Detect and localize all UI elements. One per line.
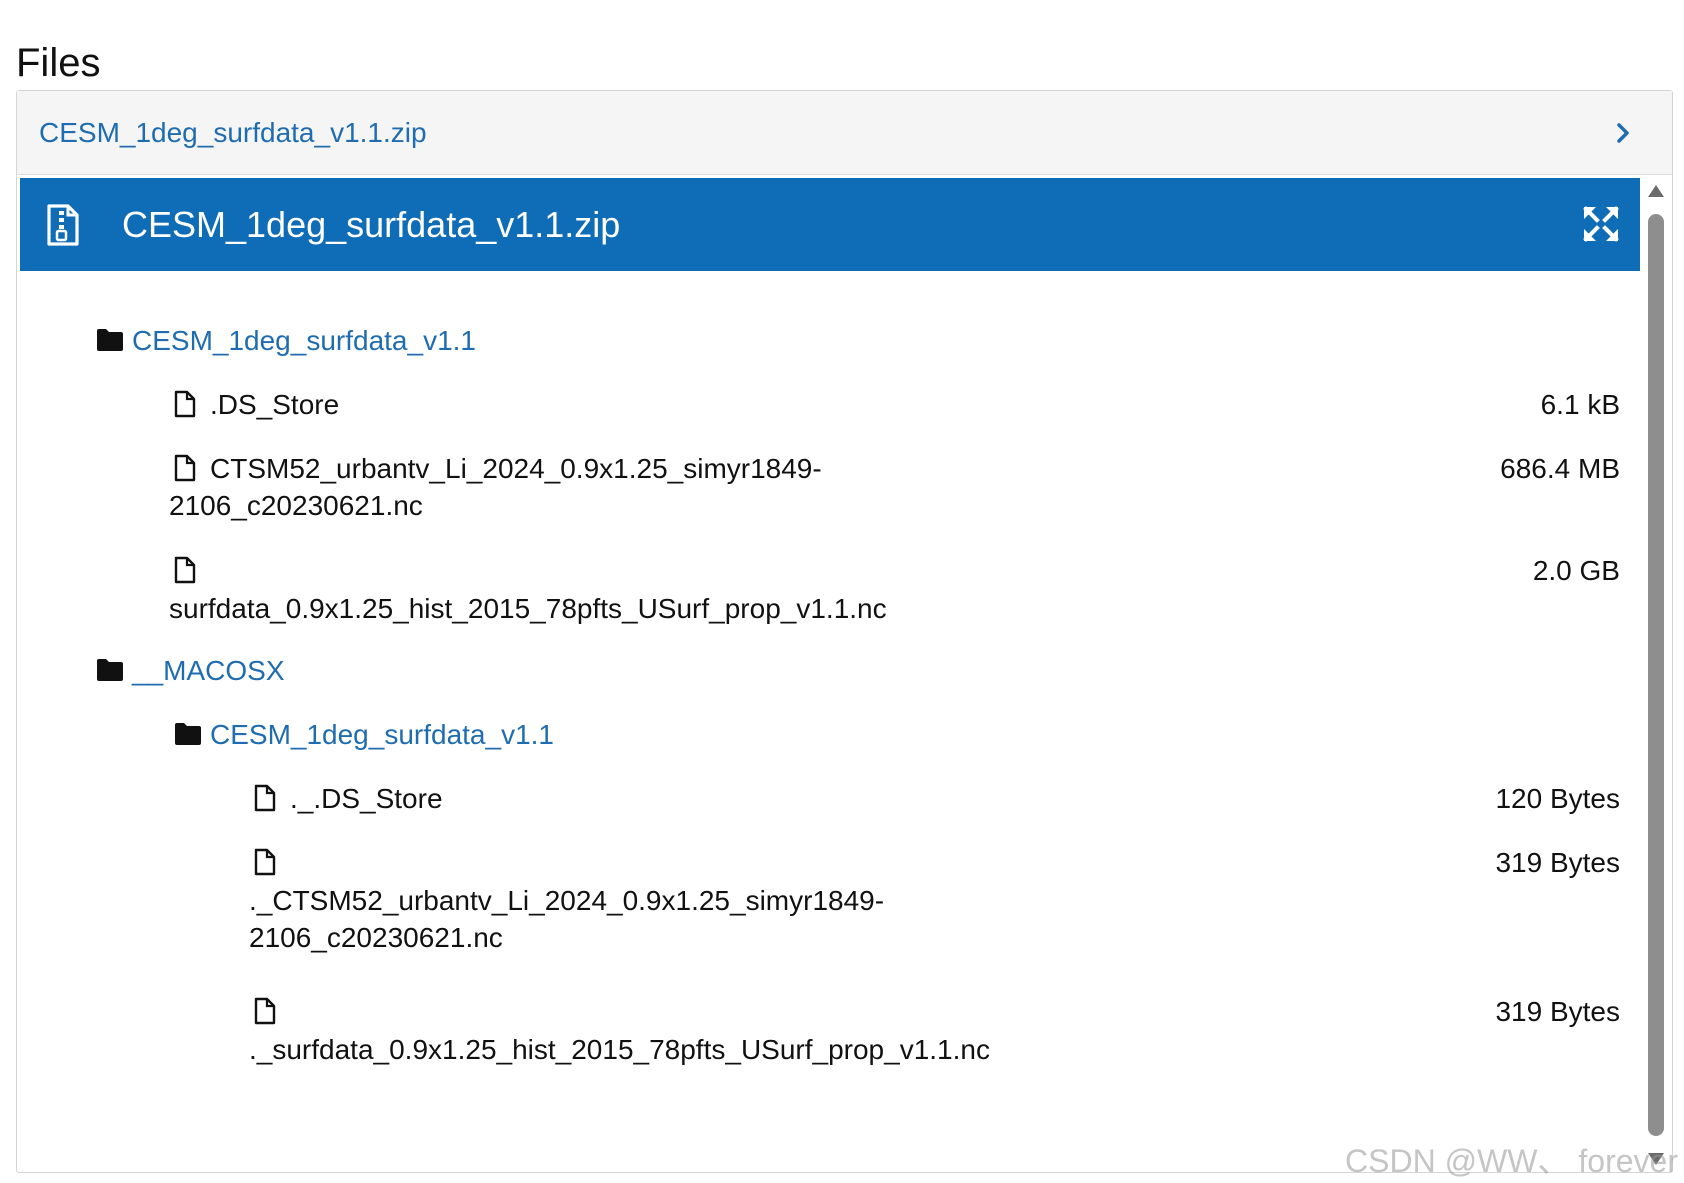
file-name: surfdata_0.9x1.25_hist_2015_78pfts_USurf… <box>169 593 887 624</box>
file-row: ._CTSM52_urbantv_Li_2024_0.9x1.25_simyr1… <box>20 843 1640 963</box>
file-name: .DS_Store <box>210 389 340 420</box>
file-icon <box>254 784 276 812</box>
file-name: ._surfdata_0.9x1.25_hist_2015_78pfts_USu… <box>249 1034 990 1065</box>
file-name-line-2: 2106_c20230621.nc <box>249 922 503 953</box>
folder-name[interactable]: CESM_1deg_surfdata_v1.1 <box>132 321 476 361</box>
file-icon <box>254 997 276 1025</box>
file-zip-icon <box>47 203 79 246</box>
expand-icon[interactable] <box>1582 205 1620 243</box>
file-row: .DS_Store 6.1 kB <box>20 385 1640 425</box>
folder-row[interactable]: __MACOSX <box>20 651 1640 691</box>
file-size: 2.0 GB <box>1532 555 1620 586</box>
file-size: 319 Bytes <box>1495 996 1620 1027</box>
scrollbar-thumb[interactable] <box>1648 214 1664 1136</box>
folder-icon <box>97 659 123 681</box>
page-title: Files <box>16 40 101 85</box>
file-icon <box>174 454 196 482</box>
files-panel: CESM_1deg_surfdata_v1.1.zip CESM_1deg_su… <box>16 90 1673 1173</box>
folder-row[interactable]: CESM_1deg_surfdata_v1.1 <box>20 715 1640 755</box>
folder-icon <box>97 329 123 351</box>
zip-file-link[interactable]: CESM_1deg_surfdata_v1.1.zip <box>39 117 427 149</box>
panel-header[interactable]: CESM_1deg_surfdata_v1.1.zip <box>17 91 1672 175</box>
file-size: 686.4 MB <box>1500 453 1620 484</box>
file-name-line-1: CTSM52_urbantv_Li_2024_0.9x1.25_simyr184… <box>210 453 822 484</box>
file-name-line-2: 2106_c20230621.nc <box>169 490 423 521</box>
chevron-right-icon[interactable] <box>1612 122 1634 144</box>
file-size: 319 Bytes <box>1495 847 1620 878</box>
file-tree: CESM_1deg_surfdata_v1.1 .DS_Store 6.1 kB… <box>20 271 1640 1171</box>
file-size: 120 Bytes <box>1495 783 1620 814</box>
preview-title-bar: CESM_1deg_surfdata_v1.1.zip <box>20 178 1640 271</box>
scroll-up-arrow-icon[interactable] <box>1647 184 1665 198</box>
vertical-scrollbar[interactable] <box>1640 178 1670 1172</box>
file-row: CTSM52_urbantv_Li_2024_0.9x1.25_simyr184… <box>20 449 1640 529</box>
file-icon <box>174 556 196 584</box>
watermark: CSDN @WW、 forever <box>1345 1143 1678 1179</box>
folder-row[interactable]: CESM_1deg_surfdata_v1.1 <box>20 321 1640 361</box>
file-row: ._surfdata_0.9x1.25_hist_2015_78pfts_USu… <box>20 992 1640 1072</box>
file-row: surfdata_0.9x1.25_hist_2015_78pfts_USurf… <box>20 551 1640 631</box>
preview-title: CESM_1deg_surfdata_v1.1.zip <box>122 203 621 245</box>
file-row: ._.DS_Store 120 Bytes <box>20 779 1640 819</box>
file-icon <box>174 390 196 418</box>
file-name: ._.DS_Store <box>290 783 443 814</box>
folder-icon <box>175 723 201 745</box>
folder-name[interactable]: __MACOSX <box>132 651 285 691</box>
file-name-line-1: ._CTSM52_urbantv_Li_2024_0.9x1.25_simyr1… <box>249 885 885 916</box>
file-size: 6.1 kB <box>1540 389 1620 420</box>
file-icon <box>254 848 276 876</box>
folder-name[interactable]: CESM_1deg_surfdata_v1.1 <box>210 715 554 755</box>
